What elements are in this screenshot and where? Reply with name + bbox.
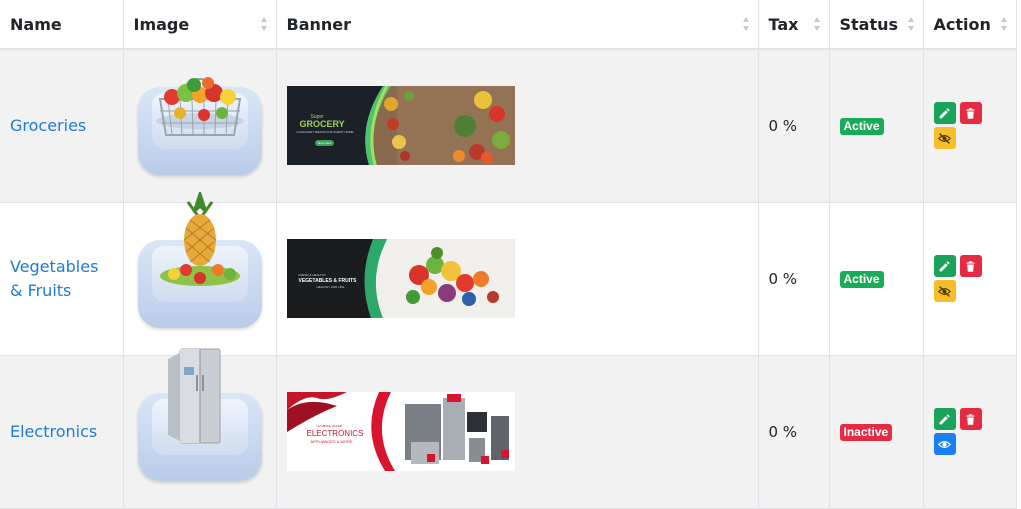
action-cell [923,355,1017,509]
status-badge: Active [839,118,884,136]
banner-subtitle: HEALTHY FOR LIFE [316,285,345,289]
column-header-label: Name [10,14,62,34]
category-name-line: Electronics [10,421,98,441]
banner-title: VEGETABLES & FRUITS [298,278,357,284]
image-cell [123,191,277,356]
eye-icon [938,440,951,448]
delete-button[interactable] [959,102,982,125]
banner-small-title: FRESH & HEALTHY [298,273,326,277]
trash-icon [966,107,975,119]
tax-value: 0 % [768,116,798,135]
category-name-link[interactable]: Vegetables & Fruits [10,255,113,303]
name-cell: Groceries [0,49,124,203]
column-header-action[interactable]: Action [923,0,1017,50]
trash-icon [966,260,975,272]
table-row: Vegetables & Fruits FRESH & HEALTHY VEGE… [0,191,1017,356]
edit-button[interactable] [933,102,956,125]
tax-value: 0 % [768,269,798,288]
column-header-label: Tax [768,14,799,34]
tax-value: 0 % [768,422,798,441]
sort-icon [1000,17,1008,31]
status-cell: Active [829,49,924,203]
eye-slash-icon [938,132,951,144]
column-header-banner[interactable]: Banner [276,0,759,50]
sort-icon [813,17,821,31]
refrigerator-image [137,348,262,481]
sort-icon [742,17,750,31]
category-name-link[interactable]: Electronics [10,420,113,444]
banner-title: GROCERY [299,119,345,130]
status-badge: Active [839,271,884,288]
column-header-status[interactable]: Status [829,0,924,50]
category-name-line: Groceries [10,115,87,135]
column-header-tax[interactable]: Tax [758,0,830,50]
banner-title: ELECTRONICS [306,429,364,438]
refrigerator-icon [167,348,220,443]
banner-shop-button: Shop Now [314,140,335,147]
delete-button[interactable] [959,255,982,277]
hide-toggle-button[interactable] [933,280,956,302]
banner-cell: FRESH & HEALTHY VEGETABLES & FRUITS HEAL… [276,202,759,356]
column-header-name[interactable]: Name [0,0,124,50]
banner-subtitle: APPLIANCES & MORE [310,439,353,444]
pencil-icon [939,413,950,424]
pineapple-vegetables-image [137,191,262,328]
action-cell [923,49,1017,203]
show-toggle-button[interactable] [933,433,956,455]
category-table-container: Name Image Banner Tax Status Action Groc… [0,0,1017,509]
image-cell [123,348,277,509]
action-buttons [933,102,984,150]
column-header-label: Action [933,14,991,34]
status-badge: Inactive [839,424,893,441]
column-header-label: Banner [286,14,352,34]
grocery-basket-image [137,76,262,175]
delete-button[interactable] [959,408,982,430]
eye-slash-icon [938,285,951,297]
category-name-link[interactable]: Groceries [10,114,113,138]
sort-icon [260,17,268,31]
edit-button[interactable] [933,408,956,430]
pencil-icon [939,108,950,119]
name-cell: Electronics [0,355,124,509]
pencil-icon [939,260,950,271]
banner-image: Super GROCERY A GROCERY BRAND FOR EVERY … [286,86,515,166]
category-name-line: & Fruits [10,280,72,300]
category-name-line: Vegetables [10,256,99,276]
banner-cell: ULTIMATE OFFER ELECTRONICS APPLIANCES & … [276,355,759,509]
column-header-label: Status [839,14,899,34]
banner-subtitle: A GROCERY BRAND FOR EVERY HOME [296,130,354,135]
image-cell [123,49,277,203]
banner-cell: Super GROCERY A GROCERY BRAND FOR EVERY … [276,49,759,203]
hide-toggle-button[interactable] [933,127,956,150]
column-header-label: Image [133,14,190,34]
table-row: Electronics ULTIMATE OFFER ELECTRONICS A… [0,348,1017,509]
action-buttons [933,255,984,302]
status-cell: Active [829,202,924,356]
tax-cell: 0 % [758,49,830,203]
tax-cell: 0 % [758,202,830,356]
sort-icon [907,17,915,31]
action-cell [923,202,1017,356]
name-cell: Vegetables & Fruits [0,202,124,356]
pineapple-icon [159,191,240,286]
grocery-basket-icon [155,76,244,136]
banner-image: FRESH & HEALTHY VEGETABLES & FRUITS HEAL… [286,239,515,318]
status-cell: Inactive [829,355,924,509]
category-table: Name Image Banner Tax Status Action Groc… [0,0,1017,509]
trash-icon [966,413,975,425]
banner-small-title: ULTIMATE OFFER [316,424,342,428]
banner-image: ULTIMATE OFFER ELECTRONICS APPLIANCES & … [286,392,515,471]
tax-cell: 0 % [758,355,830,509]
edit-button[interactable] [933,255,956,277]
table-row: Groceries Super GROCERY A GROCERY BRAND … [0,49,1017,203]
action-buttons [933,408,984,455]
